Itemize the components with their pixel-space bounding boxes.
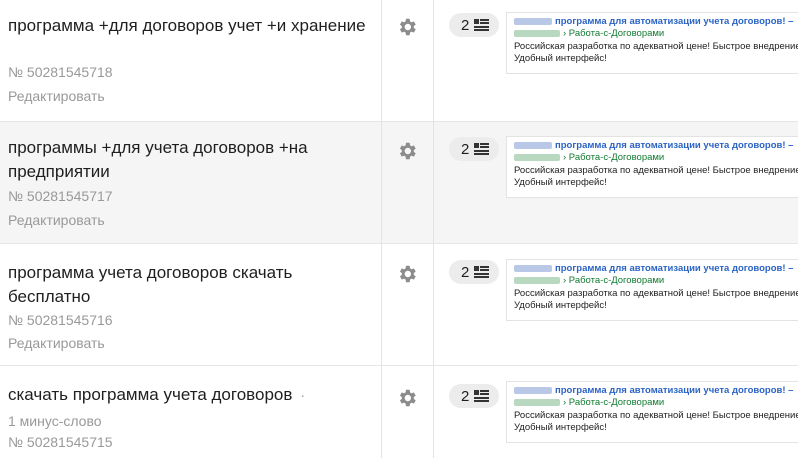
- gear-icon[interactable]: [396, 16, 418, 38]
- ad-preview[interactable]: программа для автоматизации учета догово…: [506, 136, 798, 198]
- ad-url: › Работа-с-Договорами: [563, 28, 665, 39]
- keyword-id: № 50281545716: [8, 312, 113, 328]
- keywords-table: программа +для договоров учет +и хранени…: [0, 0, 798, 458]
- gear-icon[interactable]: [396, 387, 418, 409]
- blurred-text: [514, 386, 552, 394]
- ad-title-line: программа для автоматизации учета догово…: [514, 385, 798, 397]
- table-row: программы +для учета договоров +на предп…: [0, 122, 798, 244]
- edit-link[interactable]: Редактировать: [8, 334, 105, 352]
- ads-count: 2: [461, 140, 470, 158]
- ad-url-line: › Работа-с-Договорами: [514, 275, 798, 287]
- keyword-id: № 50281545717: [8, 188, 113, 204]
- phrase-dot: ·: [300, 387, 306, 403]
- blurred-text: [514, 264, 552, 272]
- keyword-id: № 50281545715: [8, 434, 113, 450]
- list-icon: [474, 266, 490, 278]
- ad-url: › Работа-с-Договорами: [563, 152, 665, 163]
- ad-title: программа для автоматизации учета догово…: [555, 385, 794, 396]
- blurred-text: [514, 141, 552, 149]
- table-row: программа учета договоров скачать беспла…: [0, 244, 798, 366]
- blurred-text: [514, 29, 560, 37]
- list-icon: [474, 143, 490, 155]
- ad-title-line: программа для автоматизации учета догово…: [514, 16, 798, 28]
- ads-count: 2: [461, 263, 470, 281]
- blurred-text: [514, 276, 560, 284]
- ads-count: 2: [461, 387, 470, 405]
- ad-title-line: программа для автоматизации учета догово…: [514, 263, 798, 275]
- column-divider: [381, 0, 382, 458]
- keyword-id: № 50281545718: [8, 64, 113, 80]
- keyword-phrase[interactable]: программы +для учета договоров +на предп…: [8, 136, 373, 184]
- ad-text: Российская разработка по адекватной цене…: [514, 288, 798, 311]
- edit-link[interactable]: Редактировать: [8, 87, 105, 105]
- ad-url: › Работа-с-Договорами: [563, 275, 665, 286]
- ad-text: Российская разработка по адекватной цене…: [514, 165, 798, 188]
- keyword-phrase[interactable]: программа +для договоров учет +и хранени…: [8, 14, 373, 38]
- ad-url-line: › Работа-с-Договорами: [514, 397, 798, 409]
- ad-preview[interactable]: программа для автоматизации учета догово…: [506, 381, 798, 443]
- ad-text: Российская разработка по адекватной цене…: [514, 41, 798, 64]
- ad-title-line: программа для автоматизации учета догово…: [514, 140, 798, 152]
- table-row: скачать программа учета договоров · 1 мин…: [0, 366, 798, 458]
- gear-icon[interactable]: [396, 140, 418, 162]
- minus-words-link[interactable]: 1 минус-слово: [8, 412, 102, 430]
- ads-count-button[interactable]: 2: [449, 384, 499, 408]
- edit-link[interactable]: Редактировать: [8, 211, 105, 229]
- ad-url: › Работа-с-Договорами: [563, 397, 665, 408]
- blurred-text: [514, 398, 560, 406]
- keyword-phrase[interactable]: программа учета договоров скачать беспла…: [8, 261, 373, 309]
- ads-count-button[interactable]: 2: [449, 137, 499, 161]
- blurred-text: [514, 17, 552, 25]
- ads-count: 2: [461, 16, 470, 34]
- ad-title: программа для автоматизации учета догово…: [555, 263, 794, 274]
- keyword-phrase[interactable]: скачать программа учета договоров: [8, 385, 292, 404]
- ad-preview[interactable]: программа для автоматизации учета догово…: [506, 259, 798, 321]
- table-row: программа +для договоров учет +и хранени…: [0, 0, 798, 122]
- ads-count-button[interactable]: 2: [449, 260, 499, 284]
- ad-url-line: › Работа-с-Договорами: [514, 152, 798, 164]
- column-divider: [433, 0, 434, 458]
- list-icon: [474, 390, 490, 402]
- ad-title: программа для автоматизации учета догово…: [555, 140, 794, 151]
- list-icon: [474, 19, 490, 31]
- keyword-phrase-line: скачать программа учета договоров ·: [8, 383, 373, 407]
- ad-title: программа для автоматизации учета догово…: [555, 16, 794, 27]
- ad-url-line: › Работа-с-Договорами: [514, 28, 798, 40]
- blurred-text: [514, 153, 560, 161]
- gear-icon[interactable]: [396, 263, 418, 285]
- ads-count-button[interactable]: 2: [449, 13, 499, 37]
- ad-preview[interactable]: программа для автоматизации учета догово…: [506, 12, 798, 74]
- ad-text: Российская разработка по адекватной цене…: [514, 410, 798, 433]
